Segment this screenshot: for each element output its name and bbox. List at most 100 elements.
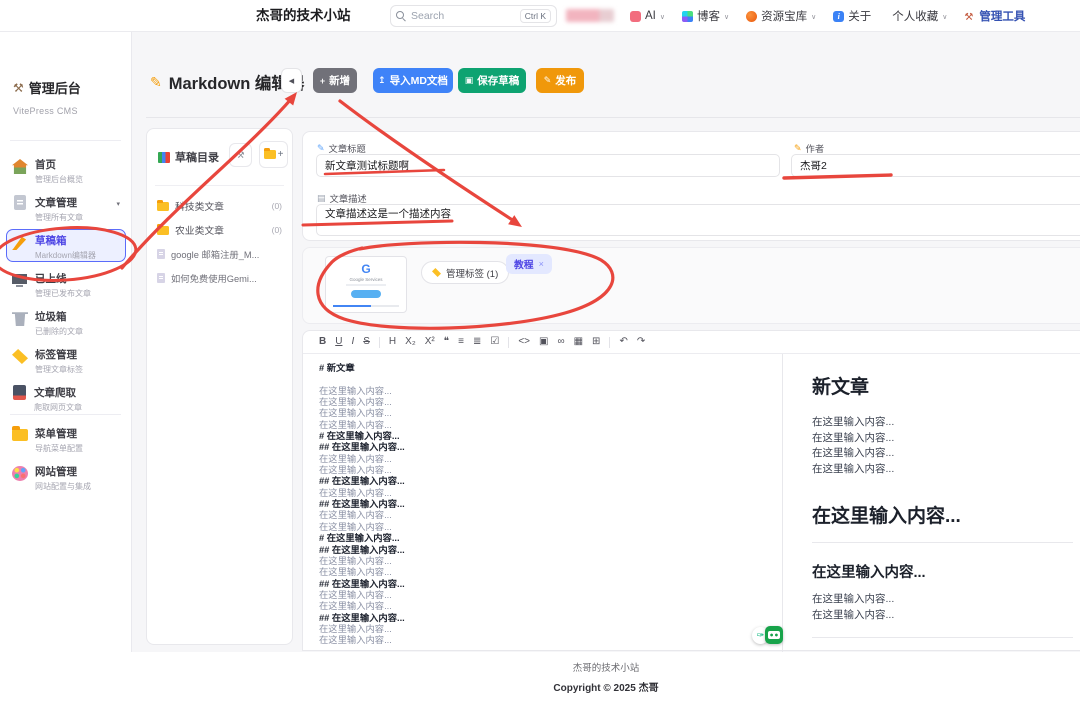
ai-assistant-fab[interactable]	[765, 626, 783, 644]
sidebar-item-desc: Markdown编辑器	[35, 250, 96, 261]
collapse-panel-button[interactable]: ◀	[281, 68, 302, 93]
nav-item-label: 博客	[697, 8, 720, 24]
folder-name: 农业类文章	[175, 223, 224, 237]
import-md-button[interactable]: ↥ 导入MD文档	[373, 68, 453, 93]
upload-icon: ↥	[378, 75, 386, 86]
chevron-down-icon: ∨	[724, 13, 729, 21]
publish-button[interactable]: ✎ 发布	[536, 68, 584, 93]
toolbar-button[interactable]: U	[335, 336, 342, 348]
author-field-label: ✎ 作者	[794, 141, 824, 155]
sidebar-item[interactable]: 已上线 管理已发布文章	[6, 267, 126, 300]
plus-icon: +	[278, 149, 284, 160]
toolbar-button[interactable]: ↶	[619, 336, 627, 348]
toolbar-button[interactable]: ↷	[637, 336, 645, 348]
tools-icon: ⚒	[13, 81, 24, 95]
new-folder-button[interactable]: +	[259, 141, 288, 168]
draft-folder-list: 科技类文章 (0) 农业类文章 (0)	[147, 195, 292, 243]
chevron-down-icon: ∨	[942, 13, 947, 21]
new-article-button[interactable]: + 新增	[313, 68, 357, 93]
sidebar-item[interactable]: 垃圾箱 已删除的文章	[6, 305, 126, 338]
toolbar-button[interactable]	[379, 337, 380, 348]
draft-file-item[interactable]: google 邮箱注册_M...	[147, 243, 292, 265]
sidebar-item-desc: 网站配置与集成	[35, 481, 91, 492]
sidebar-subtitle: VitePress CMS	[13, 106, 78, 116]
nav-item-icon	[630, 11, 641, 22]
sidebar-item[interactable]: 网站管理 网站配置与集成	[6, 460, 126, 493]
search-placeholder: Search	[411, 10, 444, 22]
toolbar-button[interactable]: S	[363, 336, 370, 348]
toolbar-button[interactable]: ☑	[490, 336, 499, 348]
remove-tag-icon[interactable]: ×	[539, 259, 544, 269]
sidebar-item[interactable]: 首页 管理后台概览	[6, 153, 126, 186]
toolbar-button[interactable]: X²	[425, 336, 435, 348]
redacted-nav-item[interactable]	[566, 9, 614, 22]
sidebar-item-desc: 管理所有文章	[35, 212, 83, 223]
sidebar-item-desc: 导航菜单配置	[35, 443, 83, 454]
app-root: 杰哥的技术小站 Search Ctrl K AI ∨ 博客 ∨	[0, 0, 1080, 702]
sidebar-item-label: 已上线	[35, 271, 91, 286]
draft-file-item[interactable]: 如何免费使用Gemi...	[147, 267, 292, 289]
editor-line: 在这里输入内容...	[319, 488, 774, 499]
nav-item[interactable]: AI ∨	[630, 10, 665, 22]
draft-folder-item[interactable]: 农业类文章 (0)	[147, 219, 292, 241]
nav-item[interactable]: 关于	[833, 8, 875, 24]
preview-block: 新文章	[812, 372, 1073, 399]
editor-line: 在这里输入内容...	[319, 522, 774, 533]
sidebar-header: ⚒ 管理后台	[13, 78, 81, 97]
left-arrow-icon: ◀	[289, 77, 294, 85]
sidebar-item-label: 标签管理	[35, 347, 83, 362]
sidebar-item[interactable]: 草稿箱 Markdown编辑器	[6, 229, 126, 262]
preview-block: 在这里输入内容...	[812, 561, 1073, 582]
sidebar-item-icon	[12, 159, 28, 174]
pencil-icon: ✎	[150, 74, 162, 91]
toolbar-button[interactable]	[508, 337, 509, 348]
draft-tools-button[interactable]: ⚒	[229, 143, 252, 167]
toolbar-button[interactable]: ≡	[458, 336, 464, 348]
sidebar-divider	[10, 414, 121, 415]
preview-block: 在这里输入内容...	[812, 610, 1073, 622]
article-title-input[interactable]	[316, 154, 780, 177]
search-input[interactable]: Search Ctrl K	[390, 5, 557, 27]
cover-image-thumbnail[interactable]: G Google Services	[325, 256, 407, 313]
toolbar-button[interactable]: I	[351, 336, 354, 348]
sidebar-item[interactable]: 文章管理 管理所有文章 ▾	[6, 191, 126, 224]
nav-item-label: 关于	[848, 8, 871, 24]
save-draft-button[interactable]: ▣ 保存草稿	[458, 68, 526, 93]
article-description-input[interactable]	[316, 204, 1080, 236]
toolbar-button[interactable]: ❝	[444, 336, 449, 348]
editor-line: # 在这里输入内容...	[319, 533, 774, 544]
preview-block: 在这里输入内容...	[812, 464, 1073, 476]
editor-line: ## 在这里输入内容...	[319, 579, 774, 590]
toolbar-button[interactable]: H	[389, 336, 396, 348]
toolbar-button[interactable]: X₂	[405, 336, 416, 348]
editor-line: 在这里输入内容...	[319, 397, 774, 408]
cover-text-line	[346, 284, 386, 286]
sidebar-item[interactable]: 标签管理 管理文章标签	[6, 343, 126, 376]
sidebar-item-icon	[14, 195, 26, 210]
toolbar-button[interactable]: ▦	[574, 336, 583, 348]
toolbar-button[interactable]: ∞	[557, 336, 564, 348]
draft-folder-item[interactable]: 科技类文章 (0)	[147, 195, 292, 217]
nav-item[interactable]: 个人收藏 ∨	[892, 8, 947, 24]
nav-item-icon	[964, 11, 975, 22]
toolbar-button[interactable]: <>	[518, 336, 530, 348]
draft-panel-title: 草稿目录	[158, 149, 219, 165]
description-field-label: ▤ 文章描述	[317, 191, 367, 205]
draft-panel-divider	[155, 185, 284, 186]
toolbar-button[interactable]: ≣	[473, 336, 481, 348]
author-input[interactable]	[791, 154, 1080, 177]
sidebar-item[interactable]: 文章爬取 爬取网页文章	[6, 381, 126, 414]
toolbar-button[interactable]	[609, 337, 610, 348]
nav-item[interactable]: 博客 ∨	[682, 8, 729, 24]
toolbar-button[interactable]: B	[319, 336, 326, 348]
editor-line: ## 在这里输入内容...	[319, 499, 774, 510]
tag-chip[interactable]: 教程 ×	[506, 254, 552, 274]
nav-item[interactable]: 管理工具	[964, 8, 1029, 24]
markdown-source-editor[interactable]: # 新文章 在这里输入内容... 在这里输入内容... 在这里输入内容... 在…	[319, 363, 774, 649]
manage-tags-button[interactable]: 管理标签 (1)	[421, 261, 509, 284]
editor-line: 在这里输入内容...	[319, 386, 774, 397]
sidebar-item[interactable]: 菜单管理 导航菜单配置	[6, 422, 126, 455]
nav-item[interactable]: 资源宝库 ∨	[746, 8, 816, 24]
toolbar-button[interactable]: ⊞	[592, 336, 600, 348]
toolbar-button[interactable]: ▣	[539, 336, 548, 348]
